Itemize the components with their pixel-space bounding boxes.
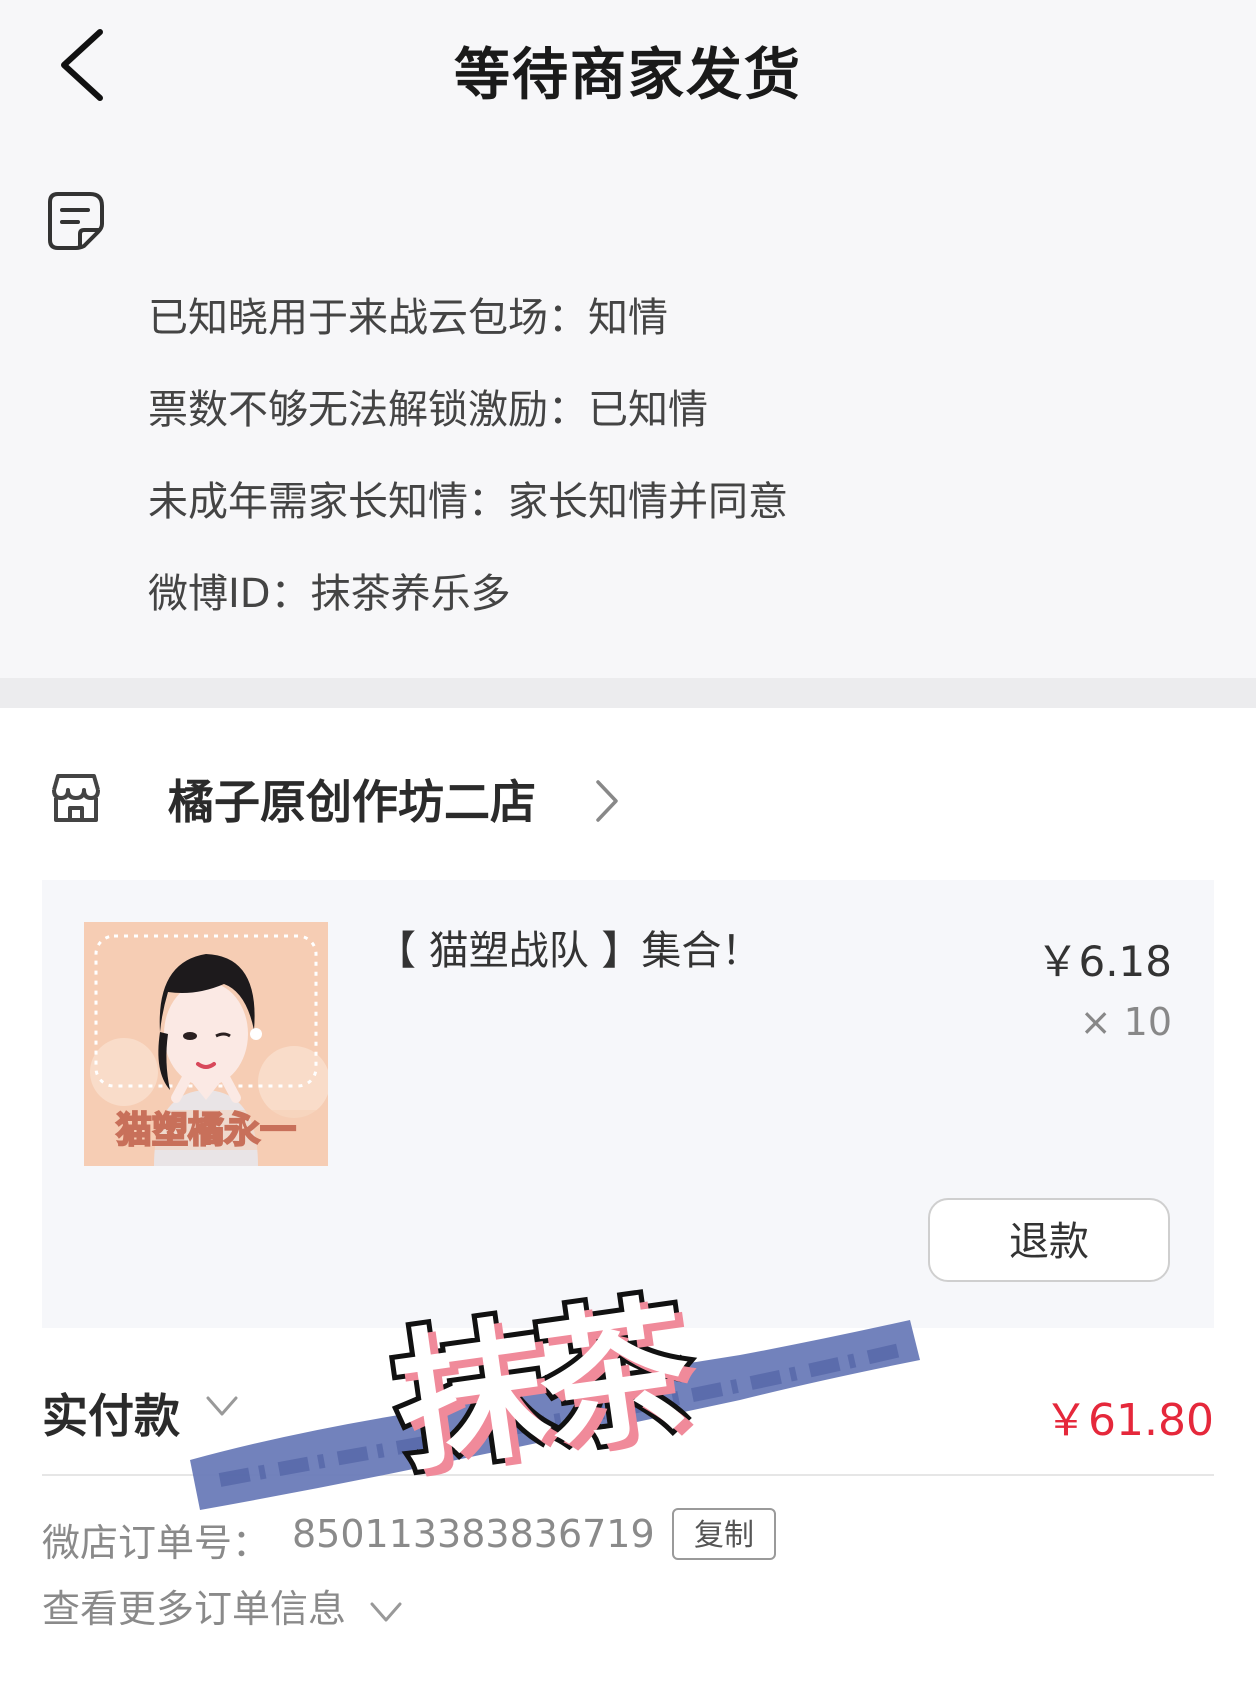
- order-note-item: 票数不够无法解锁激励：已知情: [148, 387, 708, 433]
- top-bar: 等待商家发货: [0, 0, 1256, 140]
- product-image[interactable]: 猫塑橘永一: [84, 922, 328, 1166]
- refund-button[interactable]: 退款: [928, 1198, 1170, 1282]
- paid-amount: ￥61.80: [1044, 1395, 1214, 1446]
- more-order-info-label: 查看更多订单信息: [42, 1587, 347, 1631]
- row-separator: [42, 1474, 1214, 1476]
- product-quantity: × 10: [1079, 1000, 1172, 1044]
- more-order-info-link[interactable]: 查看更多订单信息: [42, 1578, 404, 1633]
- chevron-right-icon: [594, 778, 620, 824]
- shop-icon: [46, 768, 106, 828]
- order-card: 橘子原创作坊二店 猫塑橘永一 【 猫塑战队 】集合！ ￥6.18 × 10 退款…: [0, 708, 1256, 1684]
- copy-button[interactable]: 复制: [672, 1508, 776, 1560]
- order-notes-list: 已知晓用于来战云包场：知情 票数不够无法解锁激励：已知情 未成年需家长知情：家长…: [148, 290, 788, 658]
- paid-amount-row: 实付款 ￥61.80: [0, 1358, 1256, 1478]
- product-price: ￥6.18: [1036, 937, 1172, 986]
- chevron-down-icon: [368, 1594, 404, 1630]
- order-note-item: 微博ID：抹茶养乐多: [148, 571, 511, 617]
- order-number-label: 微店订单号：: [42, 1521, 271, 1565]
- product-item[interactable]: 猫塑橘永一 【 猫塑战队 】集合！ ￥6.18 × 10 退款: [42, 880, 1214, 1328]
- order-note-item: 未成年需家长知情：家长知情并同意: [148, 479, 788, 525]
- chevron-down-icon[interactable]: [204, 1388, 240, 1424]
- order-number: 850113383836719: [292, 1512, 655, 1556]
- product-title: 【 猫塑战队 】集合！: [376, 928, 762, 974]
- section-divider: [0, 678, 1256, 708]
- paid-label: 实付款: [42, 1389, 180, 1443]
- product-image-caption: 猫塑橘永一: [116, 1109, 296, 1150]
- notes-icon: [44, 188, 108, 252]
- shop-link[interactable]: 橘子原创作坊二店: [0, 748, 1256, 858]
- order-note-item: 已知晓用于来战云包场：知情: [148, 295, 668, 341]
- page-title: 等待商家发货: [454, 43, 802, 108]
- shop-name: 橘子原创作坊二店: [168, 775, 536, 829]
